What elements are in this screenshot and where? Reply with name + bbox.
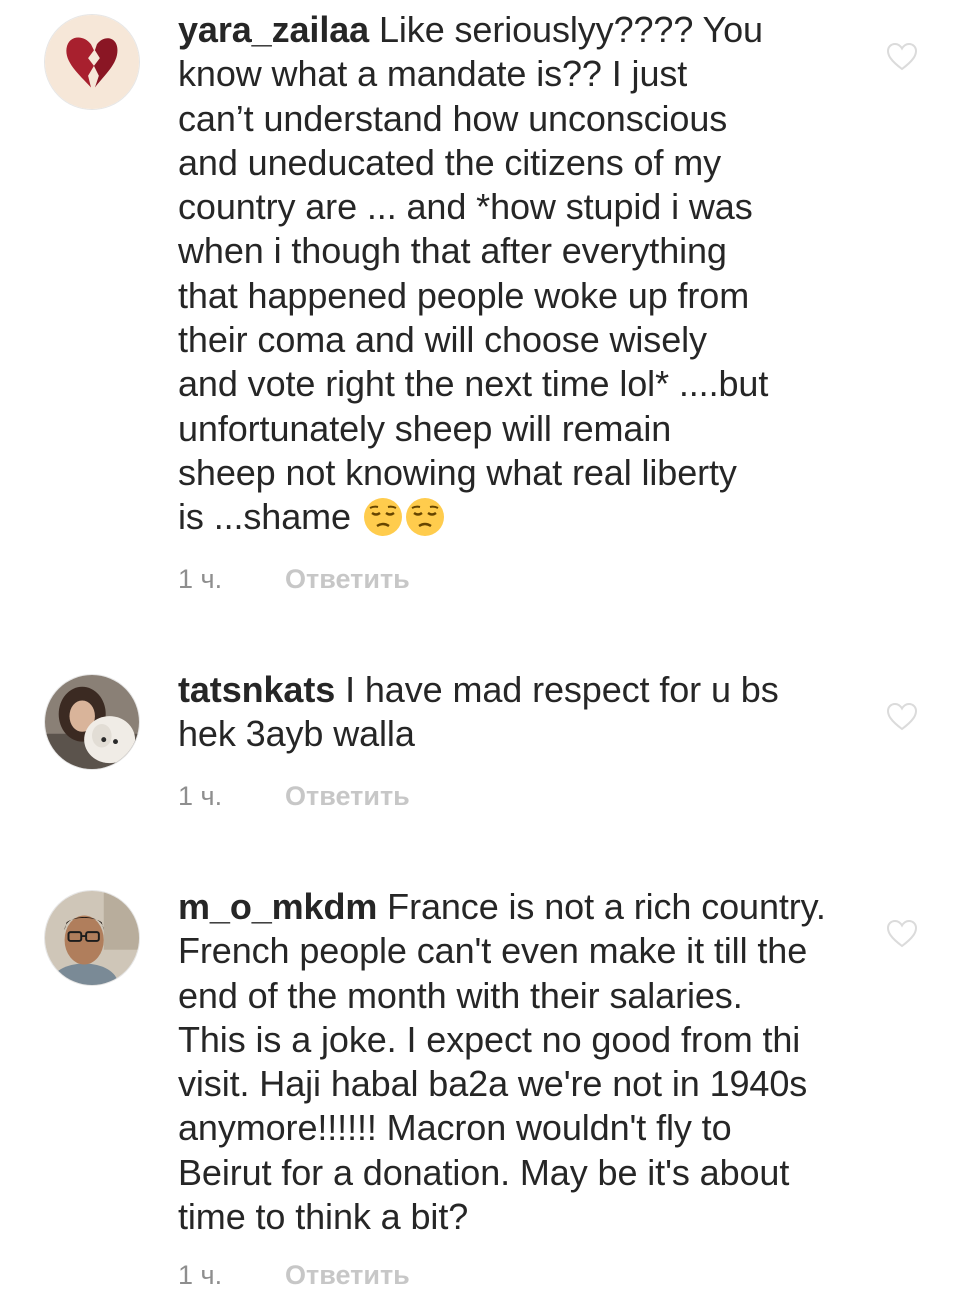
comment-meta: 1 ч. Ответить xyxy=(178,562,410,596)
comment-body: Like seriouslyy???? You know what a mand… xyxy=(178,9,769,538)
heart-outline-icon xyxy=(886,702,918,731)
pensive-face-emoji xyxy=(405,497,445,537)
like-button[interactable] xyxy=(886,702,918,732)
comment-time: 1 ч. xyxy=(178,781,223,811)
comment-body: France is not a rich country. French peo… xyxy=(178,886,826,1238)
like-button[interactable] xyxy=(886,919,918,949)
broken-heart-icon xyxy=(45,15,139,109)
comment-time: 1 ч. xyxy=(178,564,223,594)
comment-text: tatsnkats I have mad respect for u bs he… xyxy=(178,668,858,757)
reply-button[interactable]: Ответить xyxy=(285,562,410,596)
man-with-glasses-photo-icon xyxy=(45,891,139,985)
comment-meta: 1 ч. Ответить xyxy=(178,779,410,813)
reply-button[interactable]: Ответить xyxy=(285,1258,410,1292)
comment-username[interactable]: yara_zailaa xyxy=(178,9,369,50)
comment-text: yara_zailaa Like seriouslyy???? You know… xyxy=(178,8,858,540)
comment-username[interactable]: tatsnkats xyxy=(178,669,335,710)
pensive-face-emoji xyxy=(363,497,403,537)
avatar[interactable] xyxy=(44,14,140,110)
avatar[interactable] xyxy=(44,674,140,770)
like-button[interactable] xyxy=(886,42,918,72)
avatar[interactable] xyxy=(44,890,140,986)
heart-outline-icon xyxy=(886,919,918,948)
comment-text: m_o_mkdm France is not a rich country. F… xyxy=(178,885,858,1239)
reply-button[interactable]: Ответить xyxy=(285,779,410,813)
comment-time: 1 ч. xyxy=(178,1260,223,1290)
comment-meta: 1 ч. Ответить xyxy=(178,1258,410,1292)
woman-with-dog-photo-icon xyxy=(45,675,139,769)
comment-username[interactable]: m_o_mkdm xyxy=(178,886,377,927)
heart-outline-icon xyxy=(886,42,918,71)
